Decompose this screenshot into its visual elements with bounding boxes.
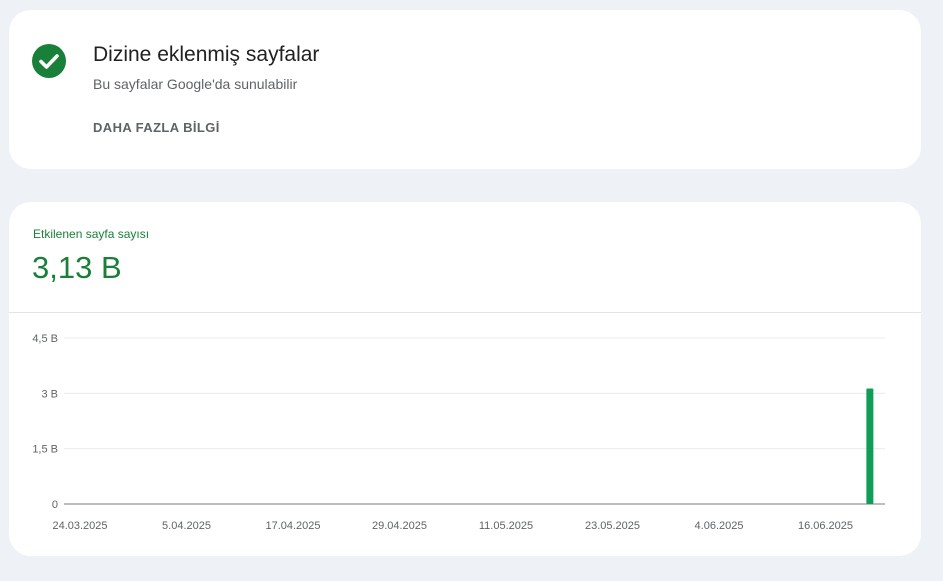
x-tick-label: 11.05.2025 bbox=[479, 520, 533, 532]
x-tick-label: 16.06.2025 bbox=[798, 520, 853, 532]
y-tick-label: 1,5 B bbox=[32, 444, 58, 456]
x-tick-label: 17.04.2025 bbox=[265, 520, 320, 532]
y-tick-label: 3 B bbox=[41, 388, 58, 400]
x-tick-label: 5.04.2025 bbox=[162, 520, 211, 532]
x-tick-label: 23.05.2025 bbox=[585, 520, 640, 532]
check-circle-icon bbox=[32, 44, 66, 78]
x-tick-label: 4.06.2025 bbox=[695, 520, 744, 532]
x-tick-label: 24.03.2025 bbox=[52, 520, 107, 532]
learn-more-link[interactable]: DAHA FAZLA BİLGİ bbox=[93, 120, 220, 135]
chart-bar bbox=[866, 388, 874, 504]
indexed-pages-card: Dizine eklenmiş sayfalar Bu sayfalar Goo… bbox=[9, 10, 921, 169]
affected-pages-chart-card: Etkilenen sayfa sayısı 3,13 B 4,5 B3 B 1,… bbox=[9, 202, 921, 556]
indexed-pages-title: Dizine eklenmiş sayfalar bbox=[93, 43, 320, 66]
x-tick-label: 29.04.2025 bbox=[372, 520, 427, 532]
y-tick-label: 4,5 B bbox=[32, 333, 58, 345]
indexed-pages-subtitle: Bu sayfalar Google'da sunulabilir bbox=[93, 76, 298, 92]
y-tick-label: 0 bbox=[52, 499, 58, 511]
pages-chart: 4,5 B 3 B 1,5 B 0 24.03.2025 5.04.2025 17.04.2… bbox=[32, 333, 885, 532]
